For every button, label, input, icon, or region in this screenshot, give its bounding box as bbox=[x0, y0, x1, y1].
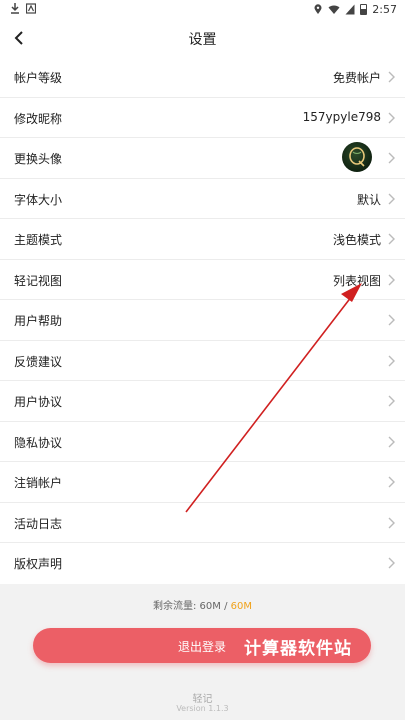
setting-label: 注销帐户 bbox=[14, 476, 63, 490]
avatar bbox=[342, 142, 372, 172]
chevron-right-icon bbox=[388, 193, 395, 204]
setting-label: 用户协议 bbox=[14, 395, 63, 409]
setting-value: 浅色模式 bbox=[332, 233, 381, 247]
setting-label: 帐户等级 bbox=[14, 71, 63, 85]
setting-row-view-mode[interactable]: 轻记视图 列表视图 bbox=[0, 260, 405, 300]
setting-value: 默认 bbox=[356, 192, 381, 207]
chevron-right-icon bbox=[388, 274, 395, 285]
header-bar: 设置 bbox=[0, 20, 405, 57]
setting-row-account-level[interactable]: 帐户等级 免费帐户 bbox=[0, 57, 405, 98]
setting-label: 版权声明 bbox=[14, 557, 63, 571]
battery-icon bbox=[360, 4, 368, 15]
logout-button[interactable]: 退出登录 计算器软件站 bbox=[33, 628, 371, 663]
footer-app-name: 轻记 bbox=[192, 694, 213, 705]
quota-total: 60M bbox=[230, 601, 252, 612]
chevron-right-icon bbox=[388, 314, 395, 326]
setting-value: 免费帐户 bbox=[332, 71, 381, 85]
clock: 2:57 bbox=[372, 3, 397, 16]
setting-row-font-size[interactable]: 字体大小 默认 bbox=[0, 179, 405, 219]
setting-row-user-agreement[interactable]: 用户协议 bbox=[0, 381, 405, 422]
setting-row-feedback[interactable]: 反馈建议 bbox=[0, 341, 405, 381]
setting-row-nickname[interactable]: 修改昵称 157ypyle798 bbox=[0, 98, 405, 138]
logout-label: 退出登录 bbox=[178, 640, 227, 654]
signal-icon bbox=[345, 4, 355, 15]
setting-label: 用户帮助 bbox=[14, 314, 63, 328]
setting-label: 修改昵称 bbox=[14, 111, 63, 126]
watermark-text: 计算器软件站 bbox=[244, 639, 352, 659]
chevron-right-icon bbox=[388, 152, 395, 164]
quota-separator: / bbox=[220, 601, 231, 612]
wifi-icon bbox=[328, 5, 340, 14]
quota-label: 剩余流量: bbox=[152, 601, 197, 612]
setting-row-activity-log[interactable]: 活动日志 bbox=[0, 503, 405, 543]
setting-row-delete-account[interactable]: 注销帐户 bbox=[0, 462, 405, 503]
location-icon bbox=[314, 4, 322, 14]
chevron-right-icon bbox=[388, 355, 395, 366]
chevron-right-icon bbox=[388, 71, 395, 83]
storage-quota: 剩余流量: 60M / 60M bbox=[0, 597, 405, 612]
setting-label: 字体大小 bbox=[14, 192, 63, 207]
notification-icon bbox=[26, 3, 36, 14]
chevron-right-icon bbox=[388, 395, 395, 407]
footer-version: Version 1.1.3 bbox=[176, 704, 229, 713]
chevron-right-icon bbox=[388, 476, 395, 488]
setting-label: 主题模式 bbox=[14, 233, 63, 247]
setting-label: 更换头像 bbox=[14, 152, 63, 166]
chevron-right-icon bbox=[388, 557, 395, 569]
page-title: 设置 bbox=[188, 32, 217, 48]
chevron-right-icon bbox=[388, 436, 395, 447]
setting-value: 列表视图 bbox=[332, 273, 381, 288]
status-bar: 2:57 bbox=[0, 0, 405, 20]
setting-label: 活动日志 bbox=[14, 516, 63, 531]
setting-label: 反馈建议 bbox=[14, 354, 63, 369]
chevron-right-icon bbox=[388, 233, 395, 245]
setting-row-avatar[interactable]: 更换头像 bbox=[0, 138, 405, 179]
chevron-right-icon bbox=[388, 517, 395, 528]
setting-value: 157ypyle798 bbox=[302, 109, 381, 124]
download-icon bbox=[11, 3, 19, 14]
setting-label: 隐私协议 bbox=[14, 435, 63, 450]
setting-row-copyright[interactable]: 版权声明 bbox=[0, 543, 405, 584]
avatar-emblem-icon bbox=[349, 147, 365, 167]
setting-row-theme-mode[interactable]: 主题模式 浅色模式 bbox=[0, 219, 405, 260]
chevron-right-icon bbox=[388, 112, 395, 123]
settings-list: 帐户等级 免费帐户 修改昵称 157ypyle798 更换头像 字体大小 默认 … bbox=[0, 57, 405, 584]
setting-label: 轻记视图 bbox=[14, 273, 63, 288]
setting-row-help[interactable]: 用户帮助 bbox=[0, 300, 405, 341]
quota-used: 60M bbox=[199, 601, 221, 612]
setting-row-privacy-policy[interactable]: 隐私协议 bbox=[0, 422, 405, 462]
